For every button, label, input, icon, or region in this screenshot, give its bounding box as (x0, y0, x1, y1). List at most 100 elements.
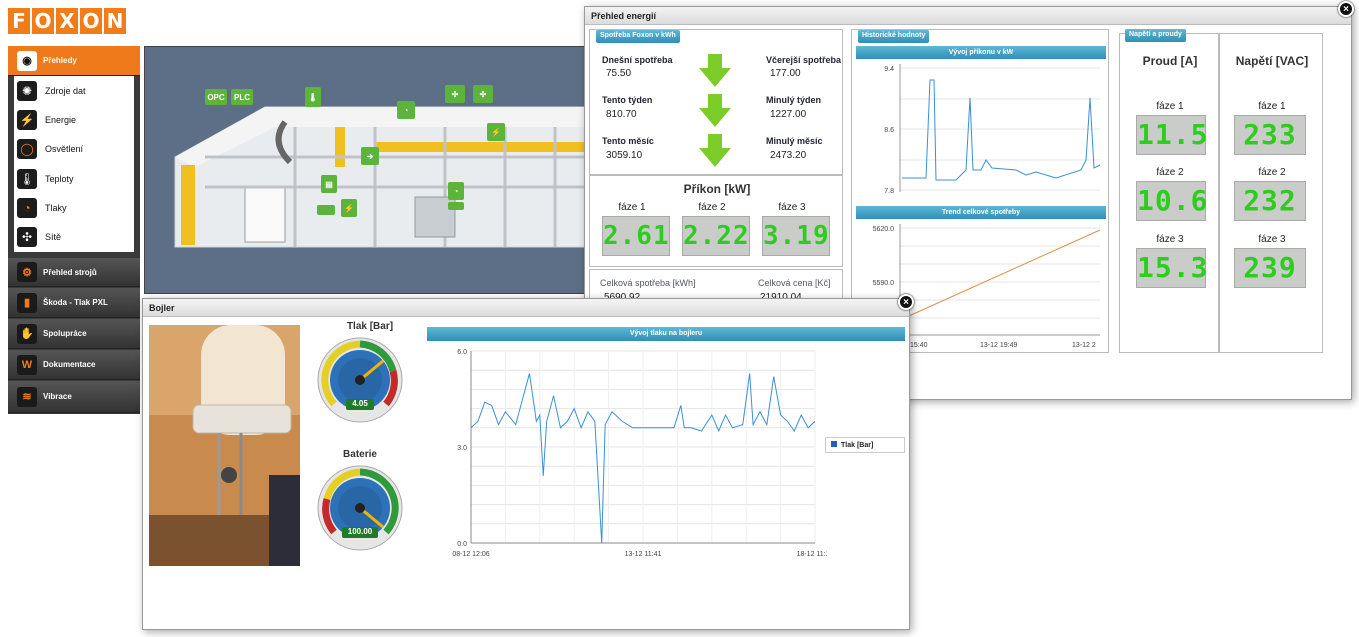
lightning-icon[interactable]: ⚡ (487, 123, 505, 141)
logo-letter: F (8, 8, 30, 34)
network-icon[interactable]: ✣ (473, 85, 493, 103)
consumption-chart-title: Trend celkové spotřeby (856, 206, 1106, 219)
sidebar-group-vibrace[interactable]: ≋ Vibrace (8, 381, 140, 413)
legend-label: Tlak [Bar] (841, 442, 874, 449)
document-icon: W (17, 354, 37, 375)
handshake-icon: ✋ (17, 323, 37, 344)
boiler-window: Bojler Tlak [Bar] 4.05 Baterie 100.00 Vý… (142, 298, 910, 630)
pressure-chart[interactable]: 6.0 3.0 0.0 08-12 12:06 13-12 11:41 18-12 11:… (427, 343, 827, 567)
gauge-icon[interactable]: ◔ (448, 182, 464, 200)
current-phase-label: fáze 1 (1156, 101, 1184, 112)
sidebar-group-label: Přehled strojů (43, 267, 97, 277)
power-chart-title: Vývoj příkonu v kW (856, 46, 1106, 59)
sidebar-item-label: Tlaky (45, 202, 67, 213)
month-label: Tento měsíc (602, 136, 654, 146)
consumption-trend-line (899, 229, 1101, 321)
boiler-window-close-button[interactable]: × (898, 294, 914, 310)
lightning-icon[interactable]: ⚡ (341, 199, 357, 217)
last-month-label: Minulý měsíc (766, 136, 823, 146)
logo-letter: O (32, 8, 54, 34)
x-tick-label: 18-12 11:17 (797, 551, 827, 558)
legend-swatch (831, 441, 837, 447)
sidebar-group-prehledy[interactable]: ◉ Přehledy (8, 46, 140, 76)
sidebar-submenu: ✺ Zdroje dat ⚡ Energie ◯ Osvětlení 🌡 Teploty… (14, 76, 134, 252)
floor-plan-drawing (174, 106, 586, 248)
y-tick-label: 0.0 (457, 541, 467, 548)
plc-icon[interactable]: PLC (231, 89, 253, 105)
vibration-icon: ≋ (17, 386, 37, 407)
power-history-line (902, 79, 1101, 181)
motion-icon[interactable]: ➔ (361, 147, 379, 165)
total-label: Celková spotřeba [kWh] (600, 278, 696, 288)
voltage-phase-label: fáze 2 (1258, 167, 1286, 178)
sidebar-item-osvetleni[interactable]: ◯ Osvětlení (14, 135, 134, 164)
consumption-tag: Spotřeba Foxon v kWh (596, 30, 680, 43)
pressure-chart-legend: Tlak [Bar] (825, 437, 905, 453)
last-month-value: 2473.20 (770, 150, 807, 161)
power-chart-ytick: 9.4 (884, 66, 894, 73)
temperature-icon[interactable]: 🌡 (305, 87, 321, 107)
sidebar-group-label: Přehledy (43, 56, 77, 65)
gauge-icon[interactable]: ◔ (397, 101, 415, 119)
pressure-gauge-value: 4.05 (352, 399, 368, 408)
consumption-chart-xtick: 15:40 (910, 342, 928, 349)
energy-window-title[interactable]: Přehled energií (585, 7, 1351, 25)
voltage-phase-display: 239 (1234, 248, 1306, 288)
consumption-chart-xtick: 13-12 19:49 (980, 342, 1017, 349)
gauge-icon: ◔ (17, 197, 37, 218)
history-tag: Historické hodnoty (858, 30, 930, 43)
sidebar-group-skoda[interactable]: ▮ Škoda - Tlak PXL (8, 288, 140, 318)
power-phase-label: fáze 3 (778, 202, 806, 213)
sidebar-group-label: Škoda - Tlak PXL (43, 298, 108, 307)
battery-gauge-value: 100.00 (347, 527, 373, 536)
month-value: 3059.10 (606, 150, 643, 161)
yesterday-value: 177.00 (770, 68, 801, 79)
current-phase-display: 10.6 (1136, 181, 1207, 221)
sidebar: ◉ Přehledy ✺ Zdroje dat ⚡ Energie ◯ Osvětle… (8, 46, 140, 414)
energy-window-close-button[interactable]: × (1338, 1, 1354, 17)
gears-icon: ⚙ (17, 262, 37, 282)
sidebar-item-site[interactable]: ✣ Sítě (14, 222, 134, 251)
device-icon[interactable] (317, 205, 335, 215)
y-tick-label: 3.0 (457, 445, 467, 452)
network-icon: ✣ (17, 227, 37, 248)
current-phase-label: fáze 2 (1156, 167, 1184, 178)
pressure-gauge-title: Tlak [Bar] (346, 321, 394, 332)
voltage-phase-label: fáze 1 (1258, 101, 1286, 112)
sidebar-group-dokumentace[interactable]: W Dokumentace (8, 350, 140, 380)
sidebar-group-label: Dokumentace (43, 360, 96, 369)
power-history-chart[interactable]: 9.4 8.6 7.8 (856, 60, 1106, 200)
network-icon[interactable]: ✣ (445, 85, 465, 103)
voltage-panel: Napětí [VAC] fáze 1 233 fáze 2 232 fáze … (1219, 33, 1323, 353)
meter-icon[interactable]: ▤ (321, 175, 337, 193)
voltage-phase-display: 232 (1234, 181, 1306, 221)
week-value: 810.70 (606, 109, 637, 120)
sidebar-group-prehled-stroju[interactable]: ⚙ Přehled strojů (8, 258, 140, 287)
sidebar-group-spoluprace[interactable]: ✋ Spolupráce (8, 319, 140, 349)
voltage-phase-display: 233 (1234, 115, 1306, 155)
consumption-chart-ytick: 5590.0 (873, 280, 895, 287)
opc-icon[interactable]: OPC (205, 89, 227, 105)
floor-plan[interactable]: OPC PLC 🌡 ✣ ✣ ◔ ⚡ ➔ ▤ ⚡ ◔ (144, 46, 590, 294)
device-icon[interactable] (448, 202, 464, 210)
power-title: Příkon [kW] (683, 182, 751, 196)
sidebar-item-zdroje-dat[interactable]: ✺ Zdroje dat (14, 76, 134, 105)
sidebar-item-teploty[interactable]: 🌡 Teploty (14, 164, 134, 193)
last-week-label: Minulý týden (766, 95, 822, 105)
power-phase-label: fáze 2 (698, 202, 726, 213)
sidebar-item-energie[interactable]: ⚡ Energie (14, 105, 134, 134)
thermometer-icon: 🌡 (17, 168, 37, 189)
pressure-gauge (317, 337, 403, 423)
current-phase-display: 11.5 (1136, 115, 1207, 155)
arrow-down-icon (699, 54, 731, 87)
x-tick-label: 13-12 11:41 (625, 551, 662, 558)
consumption-chart-xtick: 13-12 2 (1072, 342, 1096, 349)
boiler-window-title[interactable]: Bojler (143, 299, 909, 317)
pressure-chart-title: Vývoj tlaku na bojleru (427, 327, 905, 341)
logo-letter: X (56, 8, 78, 34)
arrow-down-icon (699, 134, 731, 167)
arrow-down-icon (699, 94, 731, 127)
opc-label: OPC (207, 92, 225, 102)
sidebar-item-tlaky[interactable]: ◔ Tlaky (14, 193, 134, 222)
today-value: 75.50 (606, 68, 632, 79)
